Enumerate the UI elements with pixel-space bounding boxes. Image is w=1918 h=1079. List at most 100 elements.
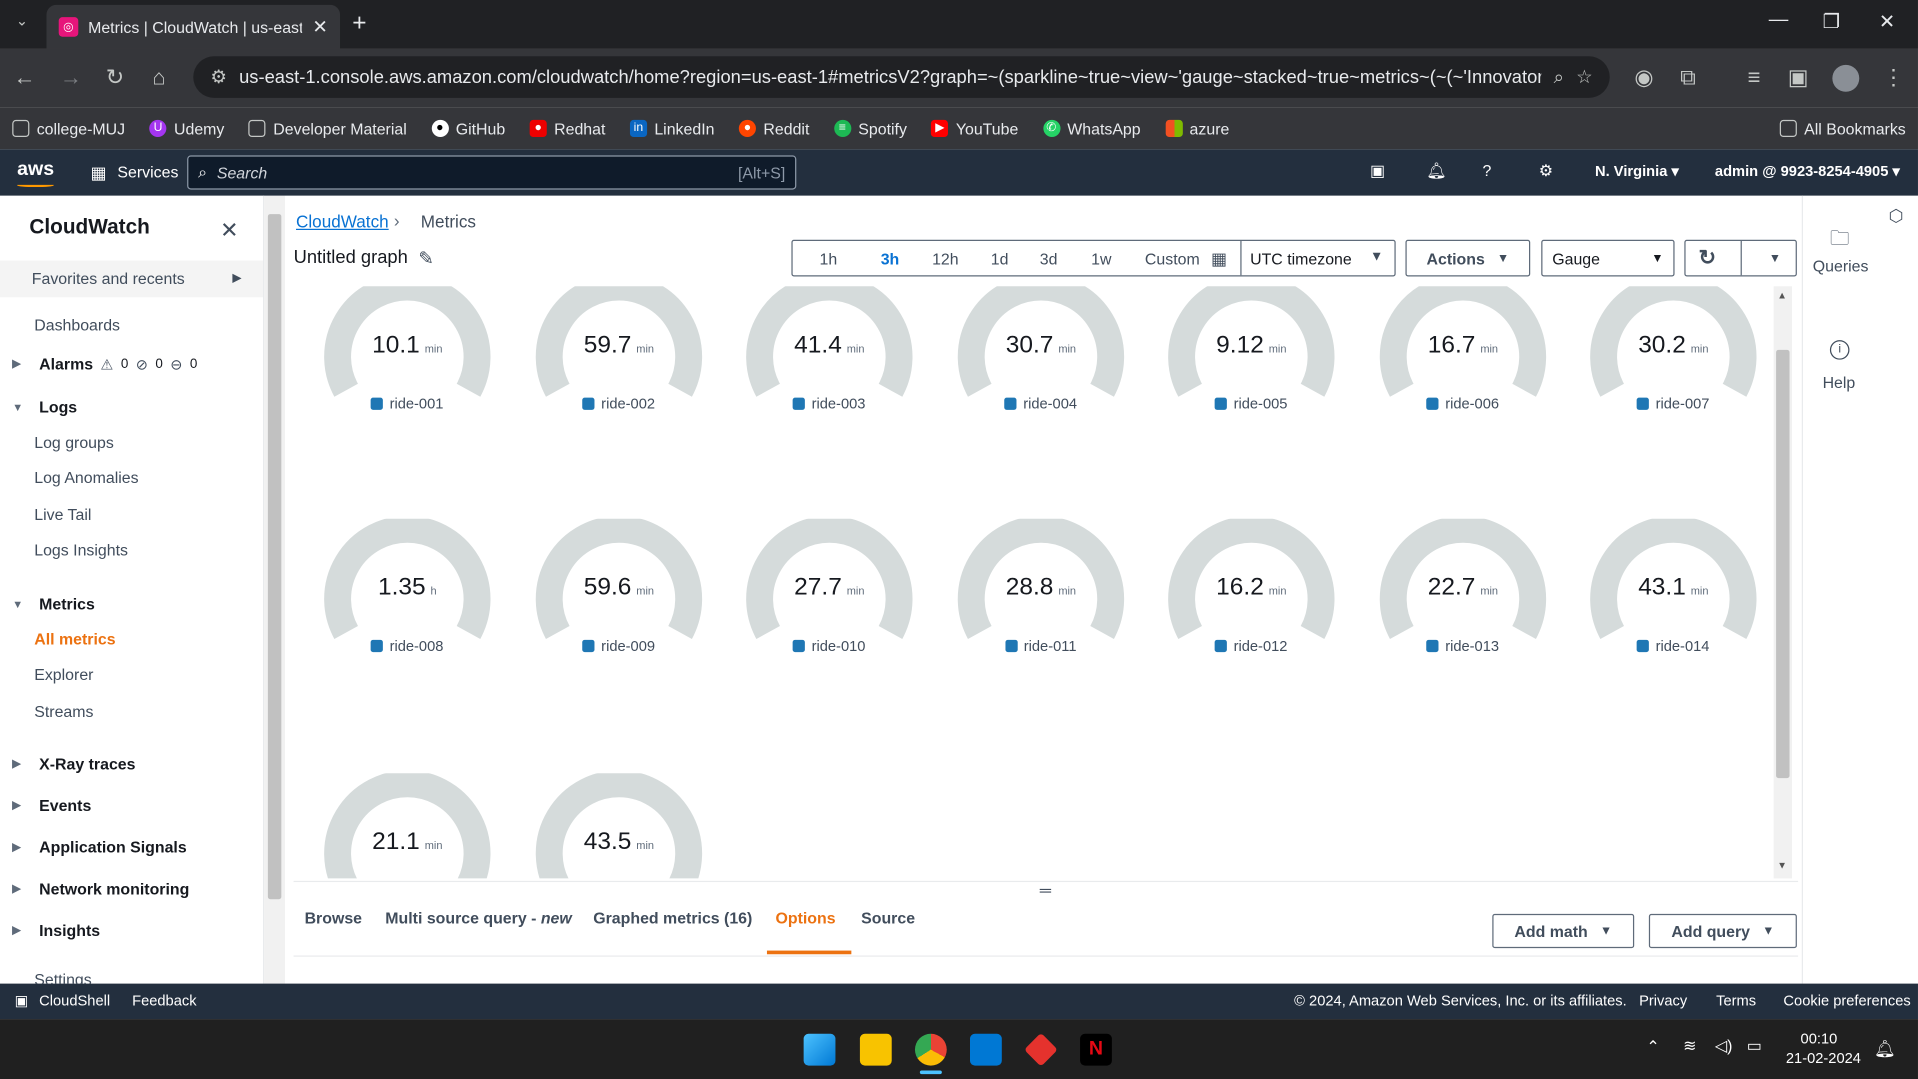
- forward-icon[interactable]: →: [54, 65, 88, 91]
- netflix-icon[interactable]: N: [1080, 1033, 1112, 1066]
- sidebar-section-metrics[interactable]: ▼ Metrics: [12, 595, 95, 613]
- battery-icon[interactable]: ▭: [1747, 1036, 1762, 1056]
- caret-right-icon[interactable]: ▶: [232, 272, 241, 285]
- tray-caret-icon[interactable]: ⌃: [1646, 1037, 1659, 1057]
- close-tab-icon[interactable]: ✕: [312, 16, 327, 38]
- search-input[interactable]: ⌕ Search [Alt+S]: [187, 155, 797, 190]
- sidepanel-icon[interactable]: ▣: [1781, 65, 1815, 91]
- sidebar-item-logs-insights[interactable]: Logs Insights: [34, 541, 128, 559]
- bookmark-linkedin[interactable]: in LinkedIn: [629, 119, 714, 138]
- volume-icon[interactable]: ◁): [1715, 1036, 1733, 1056]
- puzzle-icon[interactable]: ⧉: [1671, 65, 1705, 91]
- bookmark-star-icon[interactable]: ☆: [1576, 66, 1592, 88]
- back-icon[interactable]: ←: [7, 65, 41, 91]
- bookmark-whatsapp[interactable]: ✆ WhatsApp: [1042, 119, 1141, 138]
- file-explorer-icon[interactable]: [859, 1033, 892, 1066]
- gauge-legend[interactable]: ride-010: [738, 637, 921, 655]
- gauge-legend[interactable]: ride-011: [949, 637, 1132, 655]
- sidebar-section-application-signals[interactable]: ▶ Application Signals: [12, 838, 186, 856]
- tab-browse[interactable]: Browse: [305, 909, 362, 927]
- cloudshell-link[interactable]: CloudShell: [39, 992, 110, 1009]
- favorites-label[interactable]: Favorites and recents: [32, 269, 185, 287]
- site-info-icon[interactable]: ⚙: [210, 66, 226, 88]
- tab-options[interactable]: Options: [776, 909, 836, 927]
- calendar-icon[interactable]: ▦: [1211, 248, 1227, 269]
- minimize-icon[interactable]: —: [1769, 10, 1789, 32]
- bookmark-college[interactable]: college-MUJ: [12, 119, 125, 138]
- refresh-icon[interactable]: ↻: [1686, 246, 1729, 270]
- bookmark-youtube[interactable]: ▶ YouTube: [931, 119, 1018, 138]
- all-bookmarks[interactable]: All Bookmarks: [1779, 119, 1906, 138]
- cloudshell-footer-icon[interactable]: ▣: [15, 992, 29, 1009]
- vscode-icon[interactable]: [969, 1033, 1002, 1066]
- gauge-legend[interactable]: ride-013: [1371, 637, 1554, 655]
- windows-start-icon[interactable]: [803, 1033, 836, 1066]
- bookmark-udemy[interactable]: U Udemy: [149, 119, 224, 138]
- queries-button[interactable]: Queries: [1813, 257, 1869, 275]
- menu-icon[interactable]: ⋮: [1876, 65, 1910, 91]
- graph-scroll-thumb[interactable]: [1776, 349, 1790, 779]
- sidebar-scroll-thumb[interactable]: [267, 214, 282, 900]
- gauge-legend[interactable]: ride-008: [316, 637, 499, 655]
- services-button[interactable]: Services: [117, 163, 178, 181]
- url-field[interactable]: ⚙ us-east-1.console.aws.amazon.com/cloud…: [193, 56, 1610, 98]
- sidebar-item-explorer[interactable]: Explorer: [34, 666, 93, 684]
- bookmark-github[interactable]: ● GitHub: [431, 119, 505, 138]
- sidebar-item-dashboards[interactable]: Dashboards: [34, 316, 120, 334]
- close-sidebar-icon[interactable]: ✕: [220, 218, 238, 244]
- tab-multi-source-query[interactable]: Multi source query - new: [385, 909, 571, 927]
- tab-search-icon[interactable]: ⌄: [5, 12, 39, 29]
- sidebar-section-events[interactable]: ▶ Events: [12, 796, 91, 814]
- gauge-legend[interactable]: ride-014: [1582, 637, 1765, 655]
- sidebar-section-logs[interactable]: ▼ Logs: [12, 398, 77, 416]
- view-type-select[interactable]: Gauge ▼: [1541, 239, 1675, 277]
- chrome-icon[interactable]: [914, 1033, 947, 1066]
- help-button[interactable]: Help: [1823, 373, 1856, 391]
- home-icon[interactable]: ⌂: [142, 65, 176, 91]
- gauge-legend[interactable]: ride-002: [527, 395, 710, 412]
- bookmark-redhat[interactable]: ● Redhat: [529, 119, 605, 138]
- cookie-preferences-link[interactable]: Cookie preferences: [1783, 992, 1910, 1009]
- notification-bell-icon[interactable]: 🔔︎: [1874, 1039, 1896, 1060]
- sidebar-item-log-anomalies[interactable]: Log Anomalies: [34, 469, 138, 487]
- sidebar-item-log-groups[interactable]: Log groups: [34, 433, 114, 451]
- add-math-button[interactable]: Add math ▼: [1492, 913, 1635, 949]
- settings-gear-icon[interactable]: ⚙: [1539, 161, 1553, 181]
- zoom-icon[interactable]: ⌕: [1554, 67, 1564, 88]
- clock-time[interactable]: 00:10: [1801, 1030, 1838, 1047]
- gauge-legend[interactable]: ride-001: [316, 395, 499, 412]
- actions-dropdown[interactable]: Actions ▼: [1405, 239, 1531, 277]
- gauge-legend[interactable]: ride-005: [1160, 395, 1343, 412]
- region-selector[interactable]: N. Virginia ▾: [1595, 163, 1679, 180]
- timezone-select[interactable]: UTC timezone: [1250, 250, 1352, 268]
- aws-logo[interactable]: aws: [17, 159, 54, 181]
- add-query-button[interactable]: Add query ▼: [1648, 913, 1797, 949]
- range-12h[interactable]: 12h: [932, 250, 959, 268]
- gauge-legend[interactable]: ride-003: [738, 395, 921, 412]
- edit-pencil-icon[interactable]: ✎: [418, 247, 433, 269]
- reload-icon[interactable]: ↻: [98, 65, 132, 91]
- sidebar-section-xray[interactable]: ▶ X-Ray traces: [12, 755, 135, 773]
- gauge-legend[interactable]: ride-004: [949, 395, 1132, 412]
- range-1h[interactable]: 1h: [820, 250, 838, 268]
- range-custom[interactable]: Custom: [1145, 250, 1200, 268]
- sidebar-item-streams[interactable]: Streams: [34, 702, 93, 720]
- gauge-legend[interactable]: ride-009: [527, 637, 710, 655]
- clock-date[interactable]: 21-02-2024: [1786, 1050, 1861, 1067]
- feedback-link[interactable]: Feedback: [132, 992, 196, 1009]
- range-3h[interactable]: 3h: [881, 250, 900, 268]
- cloudshell-icon[interactable]: ▣: [1370, 161, 1385, 181]
- refresh-interval-caret-icon[interactable]: ▼: [1754, 251, 1795, 264]
- breadcrumb-cloudwatch[interactable]: CloudWatch: [296, 212, 389, 232]
- info-icon[interactable]: i: [1829, 340, 1850, 360]
- scroll-down-icon[interactable]: ▼: [1777, 860, 1787, 871]
- settings-small-icon[interactable]: ⬡: [1889, 206, 1904, 227]
- range-1w[interactable]: 1w: [1091, 250, 1111, 268]
- sidebar-section-alarms[interactable]: ▶ Alarms ⚠ 0 ⊘ 0 ⊖ 0: [12, 355, 197, 373]
- bookmark-reddit[interactable]: ● Reddit: [738, 119, 809, 138]
- scroll-up-icon[interactable]: ▲: [1777, 290, 1787, 301]
- account-menu[interactable]: admin @ 9923-8254-4905 ▾: [1715, 163, 1900, 180]
- profile-avatar[interactable]: [1832, 64, 1860, 92]
- tab-graphed-metrics[interactable]: Graphed metrics (16): [593, 909, 752, 927]
- bookmark-developer[interactable]: Developer Material: [248, 119, 407, 138]
